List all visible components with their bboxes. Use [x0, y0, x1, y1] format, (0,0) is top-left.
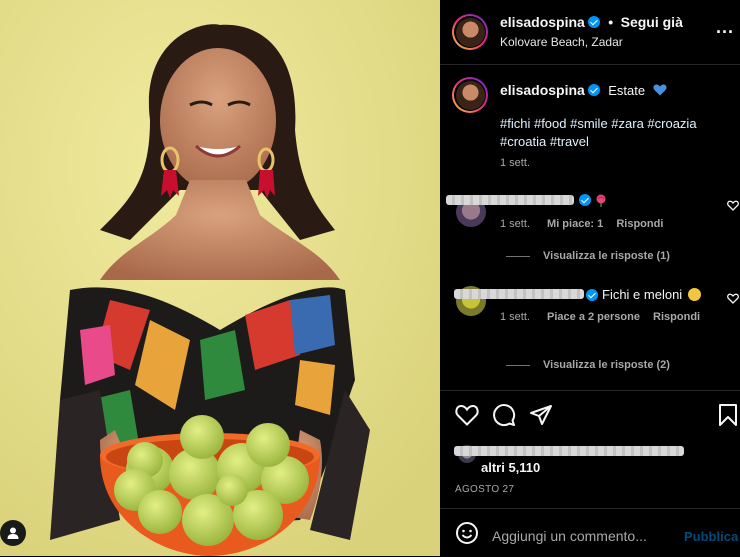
caption-text: Estate	[608, 83, 646, 98]
blue-heart-icon	[653, 84, 667, 96]
comment-text: Fichi e meloni	[602, 287, 683, 302]
redacted-username	[454, 289, 584, 299]
heart-icon[interactable]	[455, 404, 479, 426]
caption-avatar[interactable]	[452, 77, 488, 113]
rose-emoji-icon	[596, 194, 606, 207]
likes-count[interactable]: altri 5,110	[481, 460, 540, 475]
reply-divider	[506, 365, 530, 366]
post-photo[interactable]	[0, 0, 440, 556]
verified-icon	[579, 194, 591, 206]
reply-divider	[506, 256, 530, 257]
caption-time: 1 sett.	[500, 157, 530, 169]
verified-icon	[587, 16, 600, 28]
emoji-icon[interactable]	[455, 521, 479, 545]
redacted-username	[446, 195, 574, 205]
post-date: AGOSTO 27	[455, 484, 515, 495]
comment-reply-button[interactable]: Rispondi	[653, 311, 700, 323]
view-replies-button[interactable]: Visualizza le risposte (1)	[543, 250, 670, 262]
more-options-icon[interactable]: ...	[716, 18, 734, 36]
post-actions: altri 5,110 AGOSTO 27	[440, 390, 740, 509]
follow-separator: •	[608, 14, 614, 30]
following-button[interactable]: Segui già	[621, 14, 683, 30]
share-icon[interactable]	[529, 403, 553, 427]
post-location[interactable]: Kolovare Beach, Zadar	[500, 35, 623, 49]
caption-hashtags-1[interactable]: #fichi #food #smile #zara #croazia	[500, 115, 697, 133]
author-username[interactable]: elisadospina	[500, 14, 585, 30]
comment-input[interactable]: Aggiungi un commento...	[492, 528, 647, 544]
comment-likes[interactable]: Piace a 2 persone	[547, 311, 640, 323]
author-avatar[interactable]	[452, 14, 488, 50]
comment-time: 1 sett.	[500, 311, 530, 323]
user-tag-button[interactable]	[0, 520, 26, 546]
party-face-emoji-icon	[687, 288, 701, 301]
publish-button[interactable]: Pubblica	[684, 529, 738, 544]
comment-input-bar: Aggiungi un commento... Pubblica	[440, 508, 740, 557]
save-icon[interactable]	[718, 403, 738, 427]
comment-like-heart-icon[interactable]	[727, 200, 739, 211]
comment-reply-button[interactable]: Rispondi	[616, 218, 663, 230]
caption-username[interactable]: elisadospina	[500, 82, 585, 98]
redacted-liked-by	[454, 446, 684, 456]
user-tag-icon	[7, 527, 19, 539]
comment-icon[interactable]	[492, 403, 516, 427]
caption-hashtags-2[interactable]: #croatia #travel	[500, 133, 589, 151]
view-replies-button[interactable]: Visualizza le risposte (2)	[543, 359, 670, 371]
comment-like-heart-icon[interactable]	[727, 293, 739, 304]
comment-likes[interactable]: Mi piace: 1	[547, 218, 603, 230]
post-header: elisadospina • Segui già Kolovare Beach,…	[440, 0, 740, 65]
verified-icon	[586, 289, 598, 301]
post-side-panel: elisadospina • Segui già Kolovare Beach,…	[440, 0, 740, 556]
post-image	[0, 0, 440, 556]
verified-icon	[587, 84, 600, 96]
comment-time: 1 sett.	[500, 218, 530, 230]
